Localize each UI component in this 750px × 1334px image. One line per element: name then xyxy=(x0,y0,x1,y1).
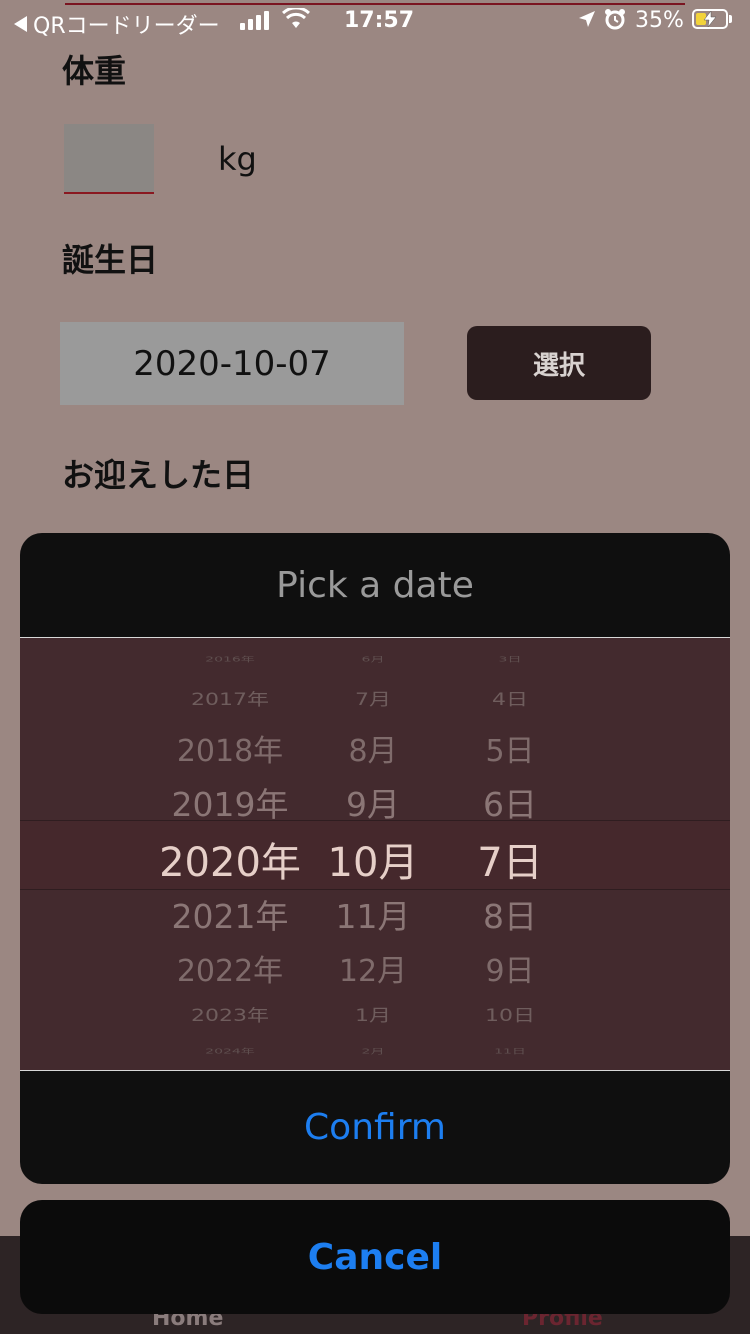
picker-month: 1月 xyxy=(355,1006,391,1026)
picker-month: 7月 xyxy=(355,690,391,710)
picker-row[interactable]: 2022年 12月 9日 xyxy=(20,946,730,989)
cancel-button[interactable]: Cancel xyxy=(20,1200,730,1314)
picker-year: 2019年 xyxy=(171,785,289,825)
picker-row[interactable]: 2024年 2月 11日 xyxy=(20,1046,730,1056)
picker-row[interactable]: 2017年 7月 4日 xyxy=(20,686,730,710)
picker-month: 8月 xyxy=(348,734,398,769)
picker-day: 7日 xyxy=(477,840,543,886)
wifi-icon xyxy=(282,8,310,28)
location-arrow-icon xyxy=(579,11,595,27)
picker-year: 2018年 xyxy=(176,734,284,769)
confirm-button[interactable]: Confirm xyxy=(20,1071,730,1184)
charging-bolt-icon xyxy=(703,11,717,27)
picker-day: 6日 xyxy=(483,785,537,825)
top-accent-line xyxy=(65,3,685,5)
picker-month: 2月 xyxy=(361,1047,385,1056)
status-bar: QRコードリーダー 17:57 35% xyxy=(0,0,750,40)
weight-label: 体重 xyxy=(62,52,127,90)
picker-row[interactable]: 2018年 8月 5日 xyxy=(20,726,730,769)
picker-day: 8日 xyxy=(483,897,537,937)
picker-year: 2016年 xyxy=(205,655,255,664)
picker-row[interactable]: 2023年 1月 10日 xyxy=(20,1002,730,1026)
alarm-icon xyxy=(605,9,625,30)
back-arrow-icon xyxy=(14,16,27,32)
picker-row[interactable]: 2016年 6月 3日 xyxy=(20,654,730,664)
picker-month: 10月 xyxy=(327,840,419,886)
picker-day: 4日 xyxy=(492,690,528,710)
back-to-app-link[interactable]: QRコードリーダー xyxy=(14,8,220,40)
picker-day: 5日 xyxy=(485,734,535,769)
date-picker-sheet: Pick a date 2016年 6月 3日 2017年 7月 4日 2018年 8月 5日 2… xyxy=(20,533,730,1184)
picker-month: 9月 xyxy=(346,785,400,825)
back-app-name: QRコードリーダー xyxy=(33,14,220,39)
date-picker-wheel[interactable]: 2016年 6月 3日 2017年 7月 4日 2018年 8月 5日 2019年 9月 6日 2020… xyxy=(20,638,730,1070)
picker-row[interactable]: 2021年 11月 8日 xyxy=(20,890,730,936)
picker-year: 2023年 xyxy=(191,1006,269,1026)
picker-day: 11日 xyxy=(494,1047,526,1056)
picker-year: 2021年 xyxy=(171,897,289,937)
picker-title: Pick a date xyxy=(276,564,474,606)
battery-charging-icon xyxy=(692,9,728,29)
picker-day: 10日 xyxy=(485,1006,535,1026)
status-time: 17:57 xyxy=(344,8,415,33)
birthday-date-field[interactable]: 2020-10-07 xyxy=(60,322,404,405)
picker-row-selected[interactable]: 2020年 10月 7日 xyxy=(20,830,730,886)
picker-day: 9日 xyxy=(485,954,535,989)
weight-input[interactable] xyxy=(64,124,154,194)
picker-day: 3日 xyxy=(498,655,522,664)
picker-month: 6月 xyxy=(361,655,385,664)
cellular-signal-icon xyxy=(240,10,269,30)
picker-month: 12月 xyxy=(338,954,408,989)
picker-row[interactable]: 2019年 9月 6日 xyxy=(20,778,730,824)
picker-year: 2020年 xyxy=(159,840,301,886)
weight-unit-label: kg xyxy=(218,140,257,178)
picker-year: 2022年 xyxy=(176,954,284,989)
picker-year: 2017年 xyxy=(191,690,269,710)
battery-cap xyxy=(729,15,732,23)
picker-year: 2024年 xyxy=(205,1047,255,1056)
battery-percentage: 35% xyxy=(635,8,684,33)
select-date-button[interactable]: 選択 xyxy=(467,326,651,400)
welcome-date-label: お迎えした日 xyxy=(62,456,255,494)
picker-month: 11月 xyxy=(335,897,411,937)
birthday-label: 誕生日 xyxy=(62,241,159,279)
